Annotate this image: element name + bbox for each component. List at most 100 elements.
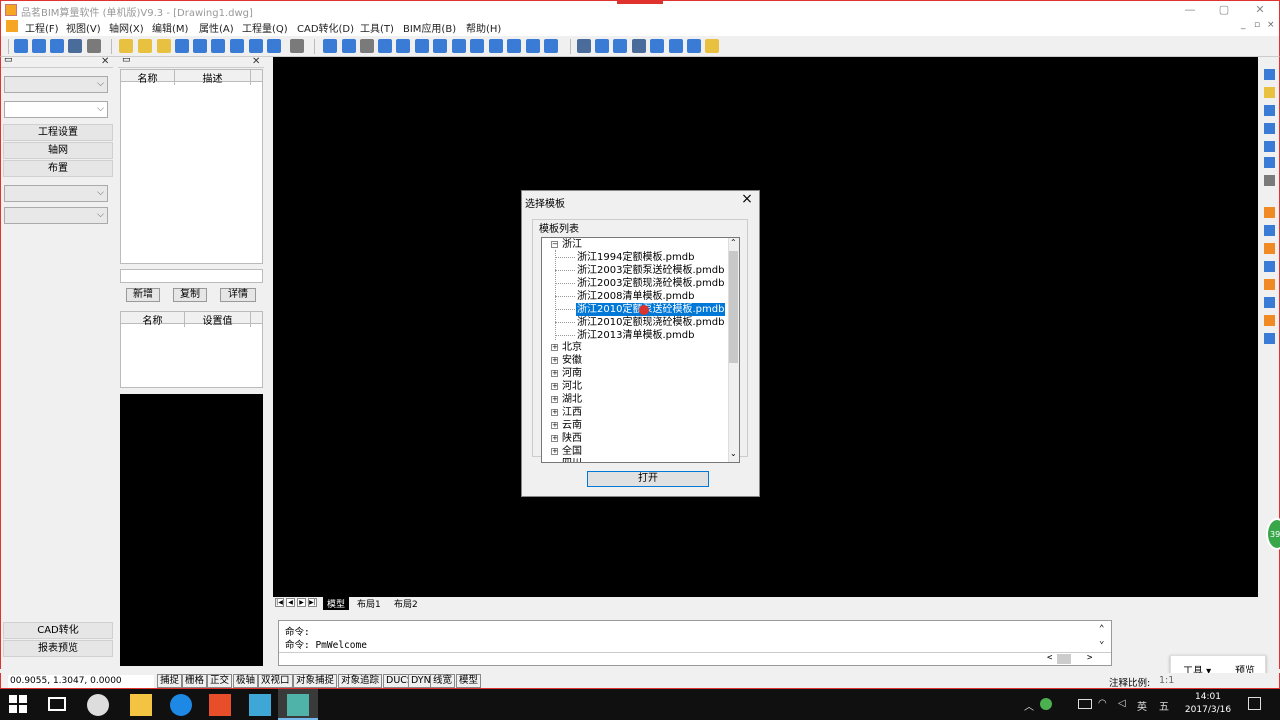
component-combo[interactable]: ⌵ xyxy=(4,101,108,118)
expand-icon[interactable]: + xyxy=(551,396,558,403)
wifi-icon[interactable]: ◠ xyxy=(1098,698,1107,709)
bulb-filter-icon[interactable] xyxy=(157,39,171,53)
tree-node-zhejiang[interactable]: 浙江 xyxy=(562,238,582,251)
tray-expand-icon[interactable]: ︿ xyxy=(1024,698,1034,713)
expand-icon[interactable]: + xyxy=(551,409,558,416)
tree-node-hebei[interactable]: 河北 xyxy=(562,380,582,393)
tree-node-yunnan[interactable]: 云南 xyxy=(562,419,582,432)
dim-aligned-icon[interactable] xyxy=(1264,225,1275,236)
dim-baseline-icon[interactable] xyxy=(1264,315,1275,326)
ime-mode[interactable]: 五 xyxy=(1159,698,1169,713)
back-icon[interactable] xyxy=(32,39,46,53)
tree-node-henan[interactable]: 河南 xyxy=(562,367,582,380)
split-icon[interactable] xyxy=(507,39,521,53)
scroll-up-icon[interactable]: ⌃ xyxy=(730,238,737,247)
tree-node-sichuan[interactable]: 四川 xyxy=(562,457,582,462)
template-item[interactable]: 浙江2008清单模板.pmdb xyxy=(577,290,694,303)
grid-toggle[interactable]: 栅格 xyxy=(182,674,208,688)
package-app-icon[interactable] xyxy=(249,694,271,716)
template-item[interactable]: 浙江1994定额模板.pmdb xyxy=(577,251,694,264)
command-window[interactable]: 命令: 命令: PmWelcome ⌃ ⌄ < > xyxy=(278,620,1112,666)
tree-node-jiangxi[interactable]: 江西 xyxy=(562,406,582,419)
scroll-left-icon[interactable]: < xyxy=(1047,653,1052,663)
subtype-combo[interactable]: ⌵ xyxy=(4,207,108,224)
mdi-restore-button[interactable]: ▫ xyxy=(1254,20,1260,30)
save-icon[interactable] xyxy=(68,39,82,53)
bim-app-icon[interactable] xyxy=(287,694,309,716)
project-settings-button[interactable]: 工程设置 xyxy=(3,124,113,141)
model-toggle[interactable]: 模型 xyxy=(456,674,482,688)
edge-icon[interactable] xyxy=(170,694,192,716)
next-tab-icon[interactable]: ▶ xyxy=(297,598,306,607)
menu-axis[interactable]: 轴网(X) xyxy=(109,20,144,35)
axis-grid-button[interactable]: 轴网 xyxy=(3,142,113,159)
collapse-icon[interactable]: − xyxy=(551,241,558,248)
layer-state-icon[interactable] xyxy=(211,39,225,53)
trim-icon[interactable] xyxy=(1264,157,1275,168)
col-description[interactable]: 描述 xyxy=(175,70,251,85)
menu-cad-convert[interactable]: CAD转化(D) xyxy=(297,20,354,35)
sum-icon[interactable] xyxy=(632,39,646,53)
first-tab-icon[interactable]: |◀ xyxy=(275,598,284,607)
scroll-right-icon[interactable]: > xyxy=(1087,653,1092,663)
upload-icon[interactable] xyxy=(595,39,609,53)
brush-icon[interactable] xyxy=(360,39,374,53)
expand-icon[interactable]: + xyxy=(551,370,558,377)
minimize-button[interactable]: — xyxy=(1179,3,1201,16)
print-icon[interactable] xyxy=(687,39,701,53)
tree-node-beijing[interactable]: 北京 xyxy=(562,341,582,354)
binoculars-icon[interactable] xyxy=(577,39,591,53)
dialog-close-icon[interactable]: × xyxy=(740,191,754,207)
grid-icon[interactable] xyxy=(489,39,503,53)
expand-icon[interactable]: + xyxy=(551,344,558,351)
ortho-toggle[interactable]: 正交 xyxy=(207,674,233,688)
copy-button[interactable]: 复制 xyxy=(173,288,207,302)
component-list[interactable] xyxy=(120,69,263,264)
lineweight-toggle[interactable]: 线宽 xyxy=(430,674,456,688)
preview-viewport[interactable] xyxy=(120,394,263,666)
dim-continue-icon[interactable] xyxy=(1264,297,1275,308)
close-button[interactable]: ✕ xyxy=(1249,3,1271,16)
merge-icon[interactable] xyxy=(526,39,540,53)
layers-icon[interactable] xyxy=(14,39,28,53)
details-button[interactable]: 详情 xyxy=(220,288,256,302)
component-name-input[interactable] xyxy=(120,269,263,283)
template-item[interactable]: 浙江2013清单模板.pmdb xyxy=(577,329,694,342)
report-preview-button[interactable]: 报表预览 xyxy=(3,640,113,657)
menu-quantity[interactable]: 工程量(Q) xyxy=(242,20,288,35)
pdf-app-icon[interactable] xyxy=(209,694,231,716)
menu-attributes[interactable]: 属性(A) xyxy=(199,20,234,35)
command-input[interactable] xyxy=(279,652,1111,653)
beam-icon[interactable] xyxy=(452,39,466,53)
app-icon[interactable] xyxy=(5,4,17,16)
ruler-icon[interactable] xyxy=(705,39,719,53)
table-icon[interactable] xyxy=(470,39,484,53)
forward-icon[interactable] xyxy=(50,39,64,53)
expand-icon[interactable]: + xyxy=(551,383,558,390)
column-icon[interactable] xyxy=(433,39,447,53)
panel-close-icon[interactable]: ✕ xyxy=(101,56,109,67)
last-tab-icon[interactable]: ▶| xyxy=(308,598,317,607)
dim-edit-icon[interactable] xyxy=(1264,333,1275,344)
volume-icon[interactable]: ◁ xyxy=(1118,698,1126,709)
panel-pin-icon[interactable]: ▭ xyxy=(4,55,13,65)
snap-toggle[interactable]: 捕捉 xyxy=(157,674,183,688)
hand-icon[interactable] xyxy=(1264,175,1275,186)
measure-icon[interactable] xyxy=(613,39,627,53)
expand-icon[interactable]: + xyxy=(551,448,558,455)
tree-node-anhui[interactable]: 安徽 xyxy=(562,354,582,367)
notifications-icon[interactable] xyxy=(1248,697,1261,710)
maximize-button[interactable]: ▢ xyxy=(1213,3,1235,16)
undo-icon[interactable] xyxy=(290,39,304,53)
scroll-down-icon[interactable]: ⌄ xyxy=(1099,636,1104,646)
rectangle-icon[interactable] xyxy=(249,39,263,53)
menu-edit[interactable]: 编辑(M) xyxy=(152,20,188,35)
doc-icon[interactable] xyxy=(6,20,18,32)
menu-tools[interactable]: 工具(T) xyxy=(360,20,394,35)
floor-combo[interactable]: ⌵ xyxy=(4,76,108,93)
tab-model[interactable]: 模型 xyxy=(323,597,350,610)
menu-help[interactable]: 帮助(H) xyxy=(466,20,501,35)
ime-language[interactable]: 英 xyxy=(1137,698,1147,713)
col-name[interactable]: 名称 xyxy=(121,70,175,85)
tree-node-hubei[interactable]: 湖北 xyxy=(562,393,582,406)
